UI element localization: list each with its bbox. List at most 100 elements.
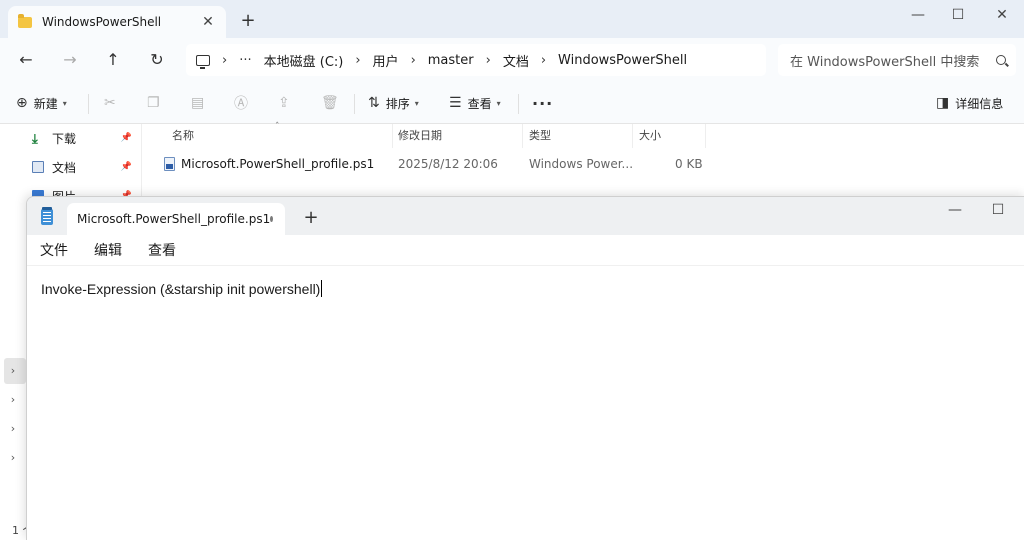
column-header-type[interactable]: 类型 bbox=[523, 124, 633, 148]
breadcrumb-overflow[interactable]: ··· bbox=[239, 53, 251, 68]
new-tab-button[interactable]: + bbox=[238, 10, 258, 31]
maximize-button[interactable]: ☐ bbox=[940, 4, 976, 26]
editor-content-line[interactable]: Invoke-Expression (&starship init powers… bbox=[41, 280, 323, 297]
chevron-right-icon[interactable]: › bbox=[541, 53, 546, 68]
notepad-new-tab-button[interactable]: + bbox=[301, 207, 321, 228]
breadcrumb-local-disk[interactable]: 本地磁盘 (C:) bbox=[264, 51, 344, 70]
view-button[interactable]: ☰ 查看 ▾ bbox=[449, 92, 501, 114]
close-window-button[interactable]: ✕ bbox=[984, 4, 1020, 26]
document-icon bbox=[32, 161, 44, 173]
search-placeholder: 在 WindowsPowerShell 中搜索 bbox=[790, 54, 980, 70]
breadcrumb-documents[interactable]: 文档 bbox=[503, 51, 529, 70]
column-header-modified[interactable]: 修改日期 bbox=[392, 124, 523, 148]
sort-arrows-icon: ⇅ bbox=[368, 95, 380, 111]
file-name: Microsoft.PowerShell_profile.ps1 bbox=[181, 157, 375, 171]
powershell-file-icon bbox=[164, 157, 175, 171]
forward-button[interactable]: → bbox=[58, 48, 82, 72]
breadcrumb-master[interactable]: master bbox=[428, 53, 474, 68]
explorer-titlebar: WindowsPowerShell ✕ + — ☐ ✕ bbox=[0, 0, 1024, 38]
notepad-app-icon bbox=[41, 207, 53, 225]
view-label: 查看 bbox=[467, 96, 492, 111]
copy-button[interactable]: ❐ bbox=[147, 92, 166, 114]
notepad-tab[interactable]: Microsoft.PowerShell_profile.ps1 bbox=[67, 203, 285, 235]
folder-icon bbox=[18, 13, 32, 28]
text-caret bbox=[321, 280, 323, 297]
notepad-window: Microsoft.PowerShell_profile.ps1 + — ☐ 文… bbox=[26, 196, 1024, 540]
divider bbox=[518, 94, 519, 114]
notepad-maximize-button[interactable]: ☐ bbox=[980, 199, 1016, 221]
details-label: 详细信息 bbox=[955, 96, 1004, 111]
details-pane-icon: ◨ bbox=[936, 95, 950, 111]
divider bbox=[354, 94, 355, 114]
paste-button[interactable]: ▤ bbox=[191, 92, 210, 114]
notepad-minimize-button[interactable]: — bbox=[937, 199, 973, 221]
search-input[interactable]: 在 WindowsPowerShell 中搜索 bbox=[778, 44, 1016, 76]
cut-button[interactable]: ✂ bbox=[104, 92, 122, 114]
chevron-down-icon: ▾ bbox=[496, 98, 501, 108]
chevron-right-icon[interactable]: › bbox=[486, 53, 491, 68]
unsaved-dot-icon[interactable] bbox=[270, 216, 273, 222]
explorer-tab-title: WindowsPowerShell bbox=[42, 15, 162, 29]
chevron-down-icon: ▾ bbox=[414, 98, 419, 108]
new-label: 新建 bbox=[33, 96, 58, 111]
divider bbox=[88, 94, 89, 114]
explorer-navigation-bar: ← → ↑ ↻ › ··· 本地磁盘 (C:) › 用户 › master › … bbox=[0, 38, 1024, 82]
share-icon: ⇪ bbox=[278, 95, 290, 111]
file-size: 0 KB bbox=[675, 157, 703, 171]
chevron-right-icon[interactable]: › bbox=[355, 53, 360, 68]
up-button[interactable]: ↑ bbox=[101, 48, 125, 72]
sort-label: 排序 bbox=[385, 96, 410, 111]
address-bar[interactable]: › ··· 本地磁盘 (C:) › 用户 › master › 文档 › Win… bbox=[186, 44, 766, 76]
chevron-right-icon[interactable]: › bbox=[6, 389, 20, 411]
share-button[interactable]: ⇪ bbox=[278, 92, 296, 114]
file-modified: 2025/8/12 20:06 bbox=[398, 157, 498, 171]
sidebar-item-label: 下载 bbox=[52, 131, 77, 146]
rename-icon: Ⓐ bbox=[234, 96, 248, 112]
breadcrumb-users[interactable]: 用户 bbox=[373, 51, 399, 70]
notepad-menubar: 文件 编辑 查看 bbox=[27, 235, 1024, 265]
sort-button[interactable]: ⇅ 排序 ▾ bbox=[368, 92, 419, 114]
chevron-right-icon[interactable]: › bbox=[6, 360, 20, 382]
delete-button[interactable]: 🗑 bbox=[321, 92, 345, 114]
chevron-right-icon[interactable]: › bbox=[6, 447, 20, 469]
sidebar-item-documents[interactable]: 文档 📌 bbox=[32, 156, 132, 178]
file-type: Windows Power... bbox=[529, 157, 634, 171]
sort-ascending-icon: ˆ bbox=[275, 122, 280, 132]
copy-icon: ❐ bbox=[147, 95, 160, 111]
notepad-tab-title: Microsoft.PowerShell_profile.ps1 bbox=[77, 212, 271, 226]
view-list-icon: ☰ bbox=[449, 95, 462, 111]
menu-file[interactable]: 文件 bbox=[39, 238, 69, 262]
chevron-right-icon[interactable]: › bbox=[6, 418, 20, 440]
menu-edit[interactable]: 编辑 bbox=[93, 238, 123, 262]
chevron-down-icon: ▾ bbox=[62, 98, 67, 108]
table-row[interactable]: Microsoft.PowerShell_profile.ps1 2025/8/… bbox=[158, 152, 718, 176]
trash-icon: 🗑 bbox=[321, 95, 339, 111]
back-button[interactable]: ← bbox=[14, 48, 38, 72]
rename-button[interactable]: Ⓐ bbox=[234, 92, 254, 114]
sidebar-item-label: 文档 bbox=[52, 160, 77, 175]
details-pane-button[interactable]: ◨ 详细信息 bbox=[936, 92, 1003, 114]
close-tab-icon[interactable]: ✕ bbox=[200, 14, 216, 30]
menu-view[interactable]: 查看 bbox=[147, 238, 177, 262]
scissors-icon: ✂ bbox=[104, 95, 116, 111]
new-button[interactable]: ⊕ 新建 ▾ bbox=[16, 92, 67, 114]
editor-text: Invoke-Expression (&starship init powers… bbox=[41, 281, 321, 297]
breadcrumb-windowspowershell[interactable]: WindowsPowerShell bbox=[558, 53, 687, 68]
chevron-right-icon[interactable]: › bbox=[411, 53, 416, 68]
pin-icon[interactable]: 📌 bbox=[121, 162, 132, 172]
pin-icon[interactable]: 📌 bbox=[121, 133, 132, 143]
command-bar: ⊕ 新建 ▾ ✂ ❐ ▤ Ⓐ ⇪ 🗑 ⇅ 排序 ▾ ☰ 查看 ▾ ··· ◨ 详… bbox=[0, 82, 1024, 124]
minimize-button[interactable]: — bbox=[900, 4, 936, 26]
text-editor-area[interactable]: Invoke-Expression (&starship init powers… bbox=[27, 265, 1024, 540]
sidebar-item-downloads[interactable]: ⤓ 下载 📌 bbox=[32, 127, 132, 149]
search-icon[interactable] bbox=[996, 55, 1006, 65]
download-icon: ⤓ bbox=[32, 132, 38, 147]
notepad-titlebar: Microsoft.PowerShell_profile.ps1 + — ☐ bbox=[27, 197, 1024, 235]
chevron-right-icon[interactable]: › bbox=[222, 53, 227, 68]
explorer-tab[interactable]: WindowsPowerShell ✕ bbox=[8, 6, 226, 38]
this-pc-icon[interactable] bbox=[196, 54, 210, 69]
refresh-button[interactable]: ↻ bbox=[145, 48, 169, 72]
column-header-size[interactable]: 大小 bbox=[633, 124, 706, 148]
clipboard-icon: ▤ bbox=[191, 95, 205, 111]
more-options-button[interactable]: ··· bbox=[532, 94, 553, 113]
